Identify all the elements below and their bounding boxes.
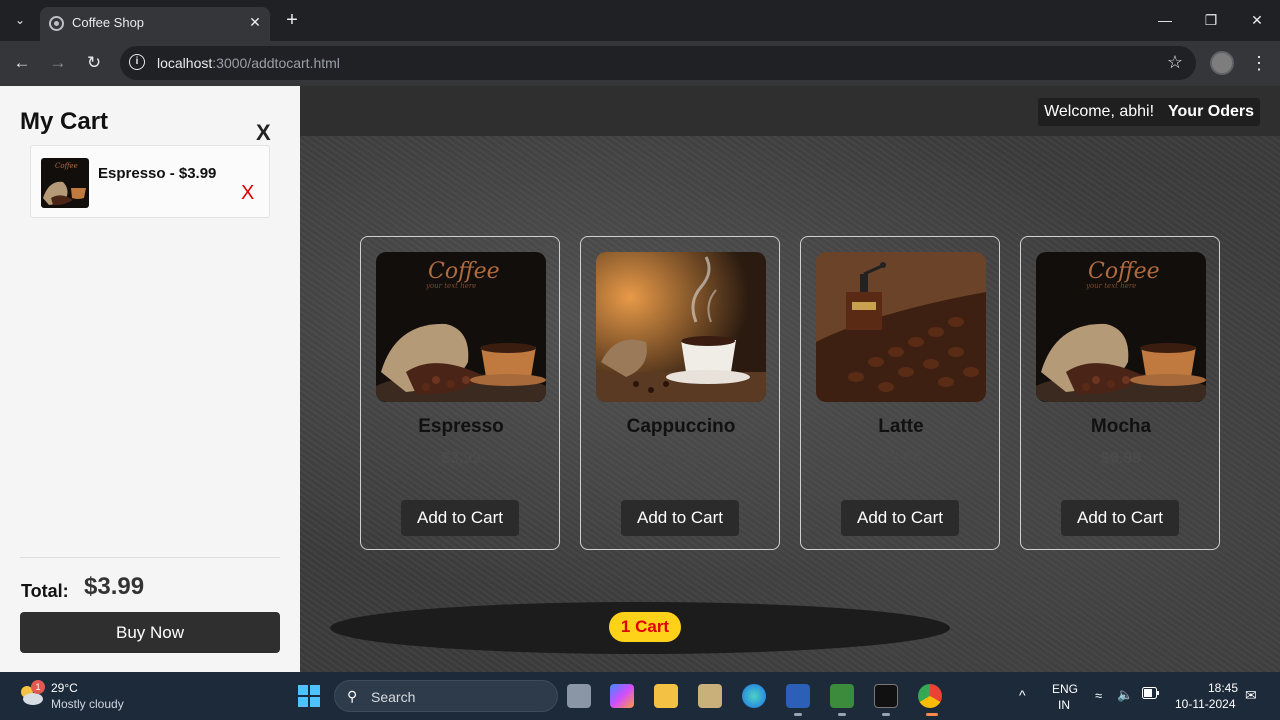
terminal-icon[interactable]	[874, 684, 898, 708]
product-name: Mocha	[1090, 416, 1152, 437]
svg-text:Coffee: Coffee	[428, 259, 500, 284]
product-card-latte: Latte $5.99 Add to Cart	[800, 236, 1000, 550]
svg-text:Coffee: Coffee	[1088, 259, 1160, 284]
cart-item: Coffee Espresso - $3.99 X	[30, 145, 270, 218]
your-orders-link[interactable]: Your Oders	[1168, 103, 1254, 121]
product-price: $3.99	[440, 450, 482, 467]
url-path: :3000/addtocart.html	[212, 55, 340, 71]
url-host: localhost	[157, 55, 213, 71]
browser-menu-icon[interactable]: ⋮	[1249, 51, 1269, 75]
product-image: Coffee your text here	[376, 252, 546, 402]
top-navbar: Welcome, abhi! Your Oders	[300, 86, 1280, 136]
wifi-icon[interactable]: ≈	[1095, 688, 1102, 703]
product-price: $4.99	[660, 450, 702, 467]
active-indicator	[926, 713, 938, 716]
language-indicator[interactable]: ENG	[1052, 682, 1078, 696]
product-price: $6.99	[1100, 450, 1142, 467]
cart-count-badge[interactable]: 1 Cart	[609, 612, 681, 642]
product-name: Cappuccino	[626, 416, 736, 437]
cart-divider	[20, 557, 280, 558]
weather-temperature[interactable]: 29°C	[51, 681, 78, 695]
cart-title: My Cart	[20, 108, 109, 135]
product-card-mocha: Coffee your text here Mocha $6.99 Add to…	[1020, 236, 1220, 550]
running-indicator	[794, 713, 802, 716]
product-image	[816, 252, 986, 402]
add-to-cart-button[interactable]: Add to Cart	[621, 500, 739, 536]
notepad-app-icon[interactable]	[830, 684, 854, 708]
word-icon[interactable]	[786, 684, 810, 708]
svg-text:your text here: your text here	[1085, 282, 1136, 290]
globe-favicon-icon	[49, 16, 64, 31]
minimize-icon[interactable]: —	[1150, 8, 1180, 32]
profile-avatar[interactable]	[1210, 51, 1234, 75]
welcome-text: Welcome, abhi!	[1044, 103, 1155, 120]
file-explorer-icon[interactable]	[654, 684, 678, 708]
volume-icon[interactable]: 🔈	[1117, 687, 1133, 703]
taskbar: 1 29°C Mostly cloudy ⚲ Search ^ ENG IN ≈…	[0, 672, 1280, 720]
remove-item-button[interactable]: X	[241, 182, 254, 205]
main-area: Welcome, abhi! Your Oders Coffee your te…	[300, 86, 1280, 672]
tab-close-icon[interactable]: ✕	[246, 13, 264, 31]
battery-icon[interactable]	[1142, 687, 1160, 702]
url-text[interactable]: localhost:3000/addtocart.html	[157, 55, 340, 71]
total-label: Total:	[21, 581, 69, 601]
cart-close-button[interactable]: X	[256, 120, 271, 146]
product-card-cappuccino: Cappuccino $4.99 Add to Cart	[580, 236, 780, 550]
product-card-espresso: Coffee your text here Espresso $3.99 Add…	[360, 236, 560, 550]
add-to-cart-button[interactable]: Add to Cart	[1061, 500, 1179, 536]
buy-now-button[interactable]: Buy Now	[20, 612, 280, 653]
back-arrow-icon[interactable]: ←	[10, 51, 34, 75]
tray-chevron-icon[interactable]: ^	[1019, 687, 1026, 703]
product-price: $5.99	[880, 450, 922, 467]
region-indicator[interactable]: IN	[1058, 698, 1070, 712]
cart-item-thumbnail: Coffee	[41, 158, 89, 208]
product-image: Coffee your text here	[1036, 252, 1206, 402]
tab-title: Coffee Shop	[72, 15, 145, 30]
page-viewport: Welcome, abhi! Your Oders Coffee your te…	[0, 86, 1280, 672]
product-name: Latte	[878, 416, 924, 437]
new-tab-plus-icon[interactable]: +	[282, 8, 302, 32]
site-info-icon[interactable]: i	[129, 54, 145, 70]
weather-description[interactable]: Mostly cloudy	[51, 697, 124, 711]
taskbar-search[interactable]: ⚲ Search	[334, 680, 558, 712]
windows-start-icon[interactable]	[298, 685, 320, 707]
clock-time[interactable]: 18:45	[1208, 681, 1238, 695]
welcome-box: Welcome, abhi! Your Oders	[1038, 98, 1260, 126]
forward-arrow-icon[interactable]: →	[46, 51, 70, 75]
add-to-cart-button[interactable]: Add to Cart	[841, 500, 959, 536]
notification-bell-icon[interactable]: ✉	[1245, 687, 1257, 704]
bookmark-star-icon[interactable]: ☆	[1167, 52, 1183, 73]
weather-notification-badge: 1	[31, 680, 45, 694]
svg-text:your text here: your text here	[425, 282, 476, 290]
edge-browser-icon[interactable]	[742, 684, 766, 708]
copilot-icon[interactable]	[610, 684, 634, 708]
svg-text:Coffee: Coffee	[55, 162, 78, 170]
total-value: $3.99	[84, 573, 145, 600]
running-indicator	[882, 713, 890, 716]
cart-sidebar: My Cart X Coffee Espresso - $3.99 X Tota…	[0, 86, 300, 672]
product-image	[596, 252, 766, 402]
task-view-icon[interactable]	[567, 684, 591, 708]
browser-tab-strip: ⌄ Coffee Shop ✕ + — ❐ ✕	[0, 0, 1280, 41]
window-close-icon[interactable]: ✕	[1242, 8, 1272, 32]
product-name: Espresso	[418, 416, 504, 437]
address-bar[interactable]: i localhost:3000/addtocart.html ☆	[120, 46, 1196, 80]
clock-date[interactable]: 10-11-2024	[1175, 697, 1236, 711]
add-to-cart-button[interactable]: Add to Cart	[401, 500, 519, 536]
search-icon: ⚲	[347, 688, 358, 704]
restore-icon[interactable]: ❐	[1196, 8, 1226, 32]
package-app-icon[interactable]	[698, 684, 722, 708]
browser-tab[interactable]: Coffee Shop ✕	[40, 7, 270, 41]
cart-item-name: Espresso - $3.99	[98, 165, 217, 182]
browser-toolbar: ← → ↻ i localhost:3000/addtocart.html ☆ …	[0, 41, 1280, 86]
reload-icon[interactable]: ↻	[82, 51, 106, 75]
running-indicator	[838, 713, 846, 716]
search-placeholder: Search	[371, 689, 416, 705]
tab-search-chevron-icon[interactable]: ⌄	[10, 10, 30, 30]
chrome-icon[interactable]	[918, 684, 942, 708]
